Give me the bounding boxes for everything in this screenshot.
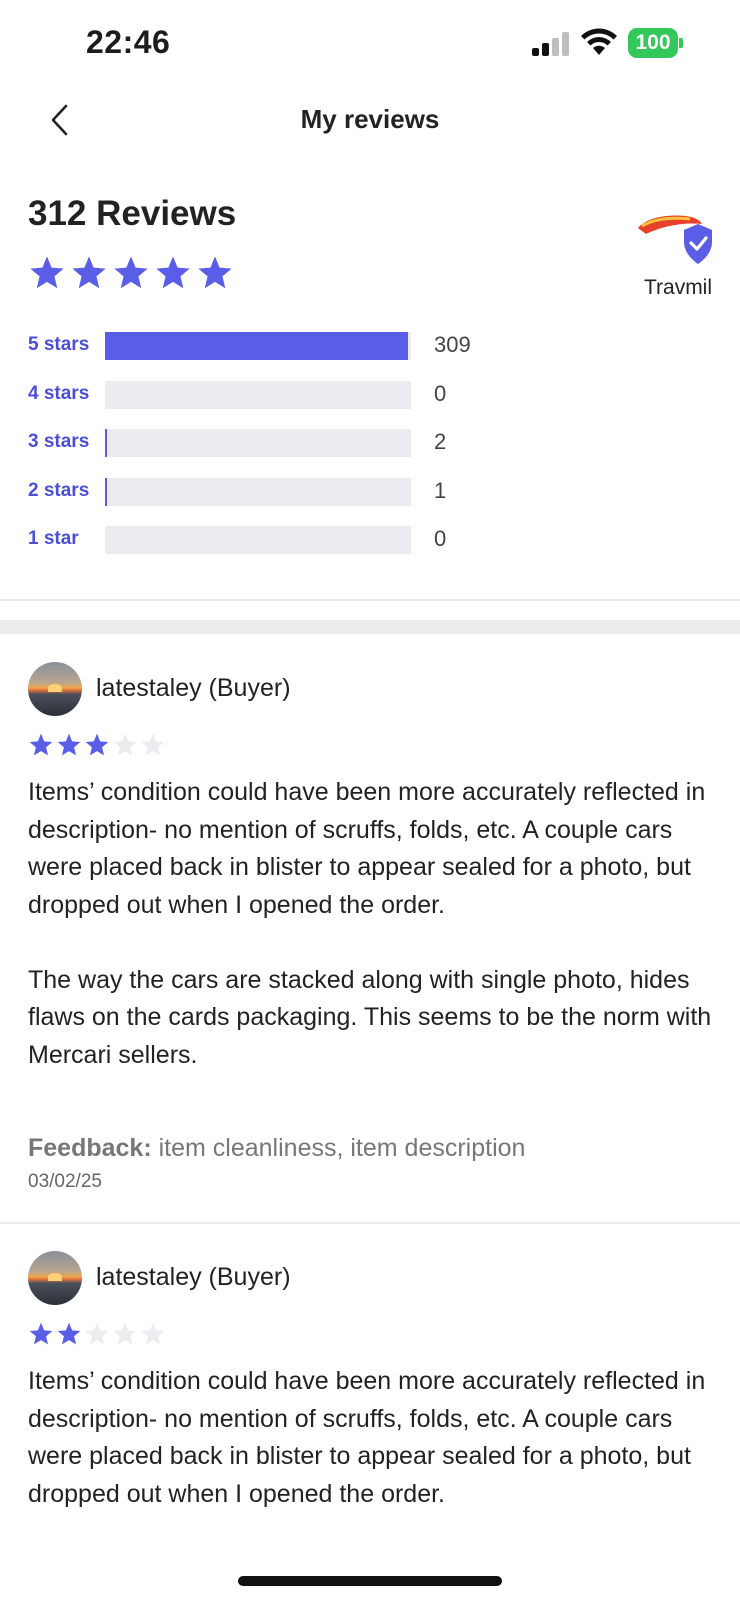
reviewer-avatar[interactable] bbox=[28, 662, 82, 716]
wifi-icon bbox=[581, 28, 617, 55]
star-filled-icon bbox=[72, 256, 106, 289]
review-date: 03/02/25 bbox=[28, 1171, 102, 1192]
review-feedback: Feedback: item cleanliness, item descrip… bbox=[28, 1134, 525, 1163]
review-paragraph: Items’ condition could have been more ac… bbox=[28, 778, 706, 919]
divider bbox=[0, 1222, 740, 1224]
star-filled-icon bbox=[57, 733, 81, 756]
distribution-bar-track bbox=[105, 332, 411, 360]
reviewer-name[interactable]: latestaley (Buyer) bbox=[96, 1263, 291, 1292]
star-filled-icon bbox=[57, 1322, 81, 1345]
distribution-bar-track bbox=[105, 380, 411, 409]
star-empty-icon bbox=[141, 733, 165, 756]
cellular-signal-icon bbox=[532, 32, 569, 56]
rating-distribution: 5 stars 309 4 stars 0 3 stars 2 2 stars 1 1 star… bbox=[28, 332, 528, 575]
distribution-count: 0 bbox=[434, 526, 447, 551]
distribution-row: 1 star 0 bbox=[28, 526, 528, 554]
distribution-label: 3 stars bbox=[28, 431, 90, 452]
distribution-count: 0 bbox=[434, 380, 447, 406]
review-paragraph: Items’ condition could have been more ac… bbox=[28, 1367, 706, 1508]
review-text: Items’ condition could have been more ac… bbox=[28, 1363, 718, 1513]
distribution-bar-track bbox=[105, 429, 411, 457]
reviewer-name[interactable]: latestaley (Buyer) bbox=[96, 674, 291, 703]
distribution-row: 4 stars 0 bbox=[28, 380, 528, 409]
reviews-count: 312 Reviews bbox=[28, 194, 237, 233]
star-filled-icon bbox=[29, 733, 53, 756]
star-empty-icon bbox=[141, 1322, 165, 1345]
section-separator bbox=[0, 620, 740, 634]
status-time: 22:46 bbox=[86, 24, 171, 60]
distribution-bar-fill bbox=[105, 332, 408, 360]
star-filled-icon bbox=[85, 733, 109, 756]
distribution-label: 5 stars bbox=[28, 334, 90, 355]
distribution-bar-fill bbox=[105, 477, 107, 506]
distribution-row: 2 stars 1 bbox=[28, 477, 528, 506]
review-text: Items’ condition could have been more ac… bbox=[28, 774, 718, 1074]
seller-name: Travmil bbox=[643, 276, 713, 299]
star-filled-icon bbox=[114, 256, 148, 289]
distribution-bar-fill bbox=[105, 429, 107, 457]
reviewer-avatar[interactable] bbox=[28, 1251, 82, 1305]
star-empty-icon bbox=[113, 1322, 137, 1345]
feedback-value: item cleanliness, item description bbox=[151, 1134, 526, 1162]
divider bbox=[0, 599, 740, 601]
distribution-bar-track bbox=[105, 477, 411, 506]
distribution-label: 2 stars bbox=[28, 479, 90, 501]
distribution-count: 2 bbox=[434, 429, 447, 454]
distribution-count: 1 bbox=[434, 477, 447, 503]
distribution-label: 1 star bbox=[28, 528, 79, 549]
star-filled-icon bbox=[29, 1322, 53, 1345]
home-indicator[interactable] bbox=[238, 1576, 502, 1586]
summary-rating-stars bbox=[28, 254, 234, 294]
star-filled-icon bbox=[198, 256, 232, 289]
distribution-bar-track bbox=[105, 526, 411, 554]
star-filled-icon bbox=[30, 256, 64, 289]
star-filled-icon bbox=[156, 256, 190, 289]
review-paragraph: The way the cars are stacked along with … bbox=[28, 965, 712, 1069]
page-title: My reviews bbox=[300, 104, 440, 134]
feedback-label: Feedback: bbox=[28, 1134, 152, 1162]
status-bar: 22:46 100 bbox=[0, 0, 740, 88]
battery-level: 100 bbox=[628, 28, 678, 58]
battery-tip bbox=[679, 38, 683, 48]
battery-indicator: 100 bbox=[628, 28, 683, 58]
distribution-row: 5 stars 309 bbox=[28, 332, 528, 360]
star-empty-icon bbox=[113, 733, 137, 756]
seller-badge-icon bbox=[638, 215, 712, 264]
distribution-label: 4 stars bbox=[28, 382, 90, 404]
review-rating-stars bbox=[28, 1321, 166, 1347]
star-empty-icon bbox=[85, 1322, 109, 1345]
distribution-row: 3 stars 2 bbox=[28, 429, 528, 457]
review-rating-stars bbox=[28, 732, 166, 758]
distribution-count: 309 bbox=[434, 332, 471, 357]
